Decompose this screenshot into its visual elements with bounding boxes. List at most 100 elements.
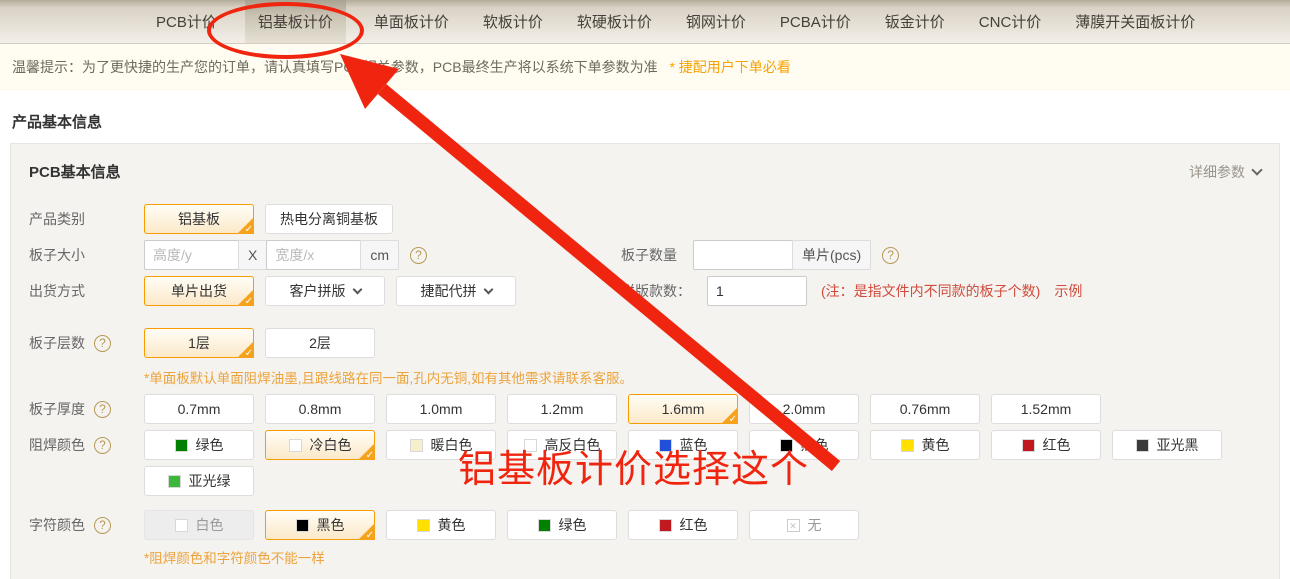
color-swatch (417, 519, 430, 532)
option-black[interactable]: 黑色 (749, 430, 859, 460)
none-icon (787, 519, 800, 532)
help-icon[interactable] (410, 247, 427, 264)
option-aluminum-board[interactable]: 铝基板 (144, 204, 254, 234)
board-qty-controls: 单片(pcs) (693, 240, 899, 270)
section-title: 产品基本信息 (12, 111, 1290, 132)
option-char-green[interactable]: 绿色 (507, 510, 617, 540)
option-thermoelectric-copper-board[interactable]: 热电分离铜基板 (265, 204, 393, 234)
shipping-method-options: 单片出货 客户拼版 捷配代拼 (144, 276, 621, 306)
board-qty-unit: 单片(pcs) (792, 240, 871, 270)
color-swatch (1022, 439, 1035, 452)
option-label: 绿色 (196, 435, 224, 455)
option-char-yellow[interactable]: 黄色 (386, 510, 496, 540)
thickness-options: 0.7mm 0.8mm 1.0mm 1.2mm 1.6mm 2.0mm 0.76… (144, 394, 1101, 424)
option-char-none[interactable]: 无 (749, 510, 859, 540)
row-board-size-qty: 板子大小 X cm 板子数量 单片(pcs) (11, 237, 1279, 273)
tab-pcb-quote[interactable]: PCB计价 (150, 0, 223, 43)
color-swatch (524, 439, 537, 452)
size-separator: X (238, 240, 267, 270)
option-label: 1.0mm (420, 401, 463, 417)
option-1.0mm[interactable]: 1.0mm (386, 394, 496, 424)
detail-params-toggle[interactable]: 详细参数 (1189, 162, 1261, 182)
option-high-reflect-white[interactable]: 高反白色 (507, 430, 617, 460)
board-width-input[interactable] (266, 240, 361, 270)
panel-count-input[interactable] (707, 276, 807, 306)
panel-count-note: (注：是指文件内不同款的板子个数) (821, 281, 1040, 301)
color-swatch (780, 439, 793, 452)
tab-pcba-quote[interactable]: PCBA计价 (774, 0, 857, 43)
option-jiepei-panelization[interactable]: 捷配代拼 (396, 276, 516, 306)
option-label: 0.8mm (299, 401, 342, 417)
color-swatch (175, 439, 188, 452)
tab-cnc-quote[interactable]: CNC计价 (973, 0, 1048, 43)
option-single-piece-shipping[interactable]: 单片出货 (144, 276, 254, 306)
option-warm-white[interactable]: 暖白色 (386, 430, 496, 460)
option-label: 2.0mm (783, 401, 826, 417)
help-icon[interactable] (882, 247, 899, 264)
layers-label-text: 板子层数 (29, 333, 85, 353)
option-label: 白色 (196, 515, 224, 535)
option-label: 铝基板 (178, 209, 220, 229)
tab-stencil-quote[interactable]: 钢网计价 (680, 0, 752, 43)
option-1.2mm[interactable]: 1.2mm (507, 394, 617, 424)
selected-check-icon (721, 407, 738, 424)
thickness-label: 板子厚度 (29, 399, 144, 419)
shipping-method-label: 出货方式 (29, 281, 144, 301)
top-nav: PCB计价 铝基板计价 单面板计价 软板计价 软硬板计价 钢网计价 PCBA计价… (0, 0, 1290, 44)
option-label: 亚光黑 (1157, 435, 1199, 455)
tab-sheet-metal-quote[interactable]: 钣金计价 (879, 0, 951, 43)
option-0.8mm[interactable]: 0.8mm (265, 394, 375, 424)
option-2.0mm[interactable]: 2.0mm (749, 394, 859, 424)
help-icon[interactable] (94, 437, 111, 454)
tip-highlight-link[interactable]: * 捷配用户下单必看 (669, 59, 790, 75)
help-icon[interactable] (94, 335, 111, 352)
tab-membrane-switch-quote[interactable]: 薄膜开关面板计价 (1069, 0, 1201, 43)
board-qty-input[interactable] (693, 240, 793, 270)
option-char-black[interactable]: 黑色 (265, 510, 375, 540)
option-blue[interactable]: 蓝色 (628, 430, 738, 460)
tab-flex-quote[interactable]: 软板计价 (477, 0, 549, 43)
option-matte-green[interactable]: 亚光绿 (144, 466, 254, 496)
board-qty-label: 板子数量 (621, 245, 677, 265)
selected-check-icon (358, 443, 375, 460)
board-height-input[interactable] (144, 240, 239, 270)
board-size-input-group: X cm (144, 240, 399, 270)
option-matte-black[interactable]: 亚光黑 (1112, 430, 1222, 460)
example-link[interactable]: 示例 (1054, 281, 1082, 301)
option-0.7mm[interactable]: 0.7mm (144, 394, 254, 424)
option-label: 1.52mm (1021, 401, 1072, 417)
option-green[interactable]: 绿色 (144, 430, 254, 460)
row-silkscreen-color: 字符颜色 白色 黑色 黄色 绿色 (11, 507, 1279, 543)
row-shipping-method: 出货方式 单片出货 客户拼版 捷配代拼 拼版款数： (注：是指文件内不同款的板 (11, 273, 1279, 309)
option-label: 1.6mm (662, 401, 705, 417)
option-label: 捷配代拼 (421, 281, 477, 301)
tab-aluminum-quote[interactable]: 铝基板计价 (245, 0, 346, 43)
option-label: 0.76mm (900, 401, 951, 417)
panel-header: PCB基本信息 详细参数 (11, 144, 1279, 184)
silkscreen-color-label: 字符颜色 (29, 515, 144, 535)
option-char-white: 白色 (144, 510, 254, 540)
option-0.76mm[interactable]: 0.76mm (870, 394, 980, 424)
silkscreen-color-note: *阻焊颜色和字符颜色不能一样 (11, 547, 1279, 571)
option-label: 红色 (1043, 435, 1071, 455)
option-label: 2层 (309, 333, 331, 353)
chevron-down-icon (1251, 164, 1262, 175)
option-1.52mm[interactable]: 1.52mm (991, 394, 1101, 424)
option-1.6mm[interactable]: 1.6mm (628, 394, 738, 424)
help-icon[interactable] (94, 401, 111, 418)
help-icon[interactable] (94, 517, 111, 534)
layers-options: 1层 2层 (144, 328, 375, 358)
row-layers: 板子层数 1层 2层 (11, 325, 1279, 361)
option-cold-white[interactable]: 冷白色 (265, 430, 375, 460)
tab-single-side-quote[interactable]: 单面板计价 (368, 0, 455, 43)
panel-count-label: 拼版款数： (621, 281, 691, 301)
option-customer-panelization[interactable]: 客户拼版 (265, 276, 385, 306)
tab-rigid-flex-quote[interactable]: 软硬板计价 (571, 0, 658, 43)
board-qty-input-group: 单片(pcs) (693, 240, 871, 270)
option-2-layer[interactable]: 2层 (265, 328, 375, 358)
option-yellow[interactable]: 黄色 (870, 430, 980, 460)
option-char-red[interactable]: 红色 (628, 510, 738, 540)
option-1-layer[interactable]: 1层 (144, 328, 254, 358)
option-red[interactable]: 红色 (991, 430, 1101, 460)
pcb-basic-info-panel: PCB基本信息 详细参数 产品类别 铝基板 热电分离铜基板 板子大小 (10, 143, 1280, 579)
